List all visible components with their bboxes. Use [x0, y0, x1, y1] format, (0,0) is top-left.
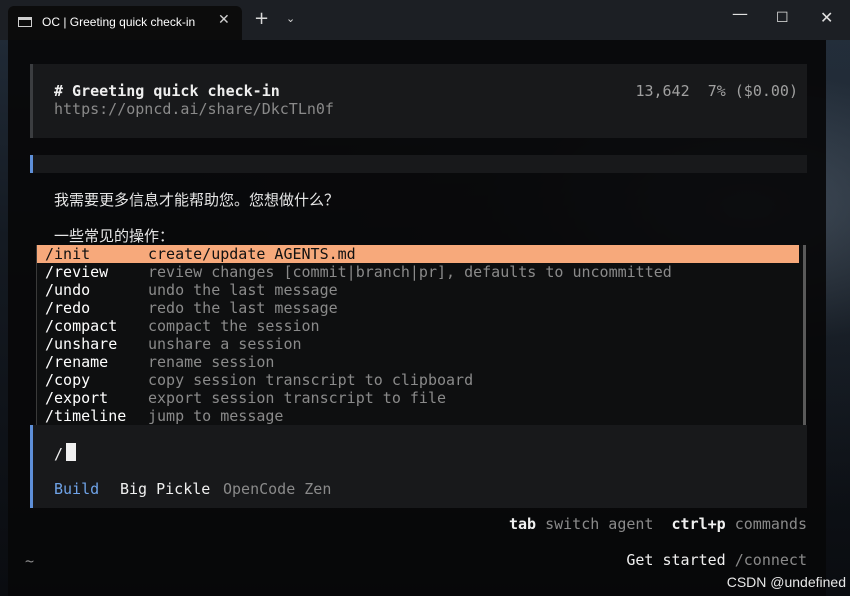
tab-title: OC | Greeting quick check-in: [42, 15, 196, 29]
assistant-message-marker: [30, 155, 807, 173]
command-description: jump to message: [148, 407, 284, 425]
command-name: /timeline: [45, 407, 127, 425]
terminal-area[interactable]: # Greeting quick check-in https://opncd.…: [8, 40, 826, 596]
hint-text-tab: switch agent: [545, 515, 654, 533]
prompt-input[interactable]: /: [54, 445, 63, 463]
minimize-button[interactable]: —: [732, 4, 748, 23]
session-title: # Greeting quick check-in: [54, 82, 280, 100]
command-item[interactable]: /redo redo the last message: [37, 299, 799, 317]
command-menu[interactable]: /init create/update AGENTS.md/review revie…: [36, 245, 806, 425]
tab-dropdown-icon[interactable]: ⌄: [286, 12, 295, 25]
token-count: 13,642: [635, 82, 690, 100]
window-titlebar: OC | Greeting quick check-in ✕ + ⌄ — ☐ ✕: [0, 0, 850, 40]
assistant-message-line: 我需要更多信息才能帮助您。您想做什么？: [54, 191, 340, 209]
tab-close-icon[interactable]: ✕: [218, 12, 230, 28]
command-description: create/update AGENTS.md: [148, 245, 356, 263]
session-stats: 13,642 7% ($0.00): [635, 82, 798, 100]
model-name: Big Pickle: [120, 480, 211, 498]
command-item[interactable]: /compact compact the session: [37, 317, 799, 335]
command-item[interactable]: /unshare unshare a session: [37, 335, 799, 353]
command-item[interactable]: /review review changes [commit|branch|pr]…: [37, 263, 799, 281]
provider-name: OpenCode Zen: [223, 480, 332, 498]
command-name: /review: [45, 263, 109, 281]
footer-getting-started: Get started /connect: [626, 551, 807, 569]
command-item[interactable]: /rename rename session: [37, 353, 799, 371]
command-description: undo the last message: [148, 281, 338, 299]
watermark: CSDN @undefined: [726, 574, 846, 590]
command-name: /rename: [45, 353, 109, 371]
usage-cost: 7% ($0.00): [707, 82, 798, 100]
command-name: /undo: [45, 281, 91, 299]
share-url[interactable]: https://opncd.ai/share/DkcTLn0f: [54, 100, 334, 118]
assistant-message-line: 一些常见的操作：: [54, 227, 175, 245]
prompt-input-box[interactable]: / Build Big Pickle OpenCode Zen: [30, 425, 807, 508]
command-description: review changes [commit|branch|pr], defau…: [148, 263, 672, 281]
command-description: unshare a session: [148, 335, 302, 353]
command-description: compact the session: [148, 317, 320, 335]
command-item[interactable]: /init create/update AGENTS.md: [37, 245, 799, 263]
agent-mode[interactable]: Build: [54, 480, 99, 498]
command-item[interactable]: /undo undo the last message: [37, 281, 799, 299]
command-name: /unshare: [45, 335, 118, 353]
command-item[interactable]: /timeline jump to message: [37, 407, 799, 425]
command-name: /export: [45, 389, 109, 407]
command-name: /redo: [45, 299, 91, 317]
command-name: /copy: [45, 371, 91, 389]
command-description: redo the last message: [148, 299, 338, 317]
get-started-label: Get started: [626, 551, 726, 569]
command-name: /init: [45, 245, 91, 263]
command-name: /compact: [45, 317, 118, 335]
maximize-button[interactable]: ☐: [776, 10, 789, 26]
connect-command[interactable]: /connect: [735, 551, 807, 569]
close-button[interactable]: ✕: [820, 8, 833, 27]
text-cursor: [66, 443, 76, 461]
current-directory: ~: [25, 552, 35, 570]
terminal-icon: [18, 17, 32, 27]
terminal-tab[interactable]: OC | Greeting quick check-in ✕: [8, 6, 242, 40]
command-item[interactable]: /copy copy session transcript to clipboar…: [37, 371, 799, 389]
hint-key-tab: tab: [508, 515, 537, 533]
command-description: export session transcript to file: [148, 389, 447, 407]
session-header: # Greeting quick check-in https://opncd.…: [30, 64, 807, 138]
command-item[interactable]: /export export session transcript to file: [37, 389, 799, 407]
hint-text-commands: commands: [734, 515, 807, 533]
keyboard-hints: tab switch agent ctrl+p commands: [509, 515, 807, 533]
hint-key-ctrl-p: ctrl+p: [671, 515, 726, 533]
command-description: copy session transcript to clipboard: [148, 371, 474, 389]
new-tab-button[interactable]: +: [254, 8, 269, 29]
command-description: rename session: [148, 353, 275, 371]
